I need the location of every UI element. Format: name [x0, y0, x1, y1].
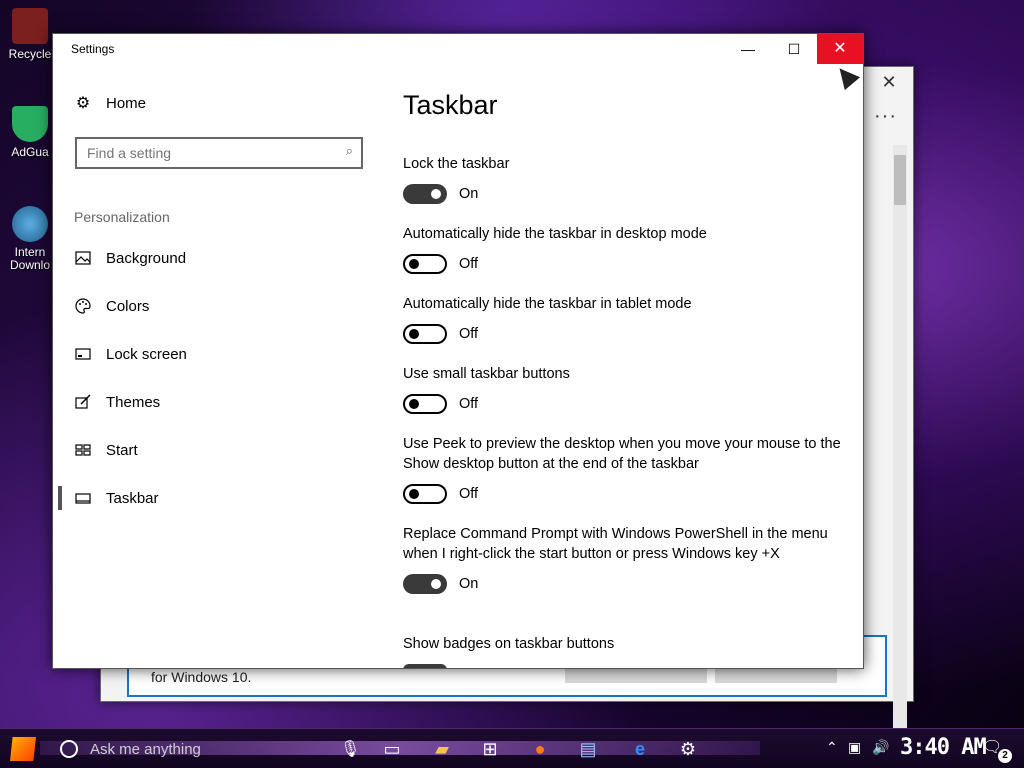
panel-text: for Windows 10. — [151, 669, 252, 685]
gear-icon: ⚙ — [75, 94, 91, 112]
sidebar-item-themes[interactable]: Themes — [75, 392, 160, 412]
toggle-switch[interactable] — [403, 254, 447, 274]
sidebar-item-colors[interactable]: Colors — [75, 296, 149, 316]
notification-count-badge: 2 — [998, 749, 1012, 763]
store-icon[interactable]: ⊞ — [478, 737, 502, 761]
desktop-icon-adguard[interactable]: AdGua — [2, 106, 58, 159]
background-window-scrollbar[interactable] — [893, 145, 907, 757]
option-small-buttons: Use small taskbar buttons Off — [403, 364, 843, 414]
option-powershell: Replace Command Prompt with Windows Powe… — [403, 524, 843, 594]
option-badges: Show badges on taskbar buttons — [403, 634, 843, 654]
chevron-up-icon[interactable]: ⌃ — [826, 739, 838, 756]
option-label: Show badges on taskbar buttons — [403, 636, 615, 652]
toggle-knob — [409, 259, 419, 269]
taskbar: Ask me anything 🎙 ▭ ▰ ⊞ ● ▤ e ⚙ ⌃ ▣ 🔊 3:… — [0, 728, 1024, 768]
toggle-state-label: Off — [459, 326, 479, 342]
nav-home-label: Home — [106, 95, 147, 112]
desktop-icon-label: AdGua — [11, 145, 49, 159]
internet-download-manager-icon — [12, 206, 48, 242]
option-label: Lock the taskbar — [403, 156, 510, 172]
sidebar-item-label: Start — [106, 441, 138, 459]
background-window-close-button[interactable]: ✕ — [871, 71, 907, 93]
taskbar-icon — [75, 493, 91, 504]
option-label: Use small taskbar buttons — [403, 366, 570, 382]
settings-window: Settings — ☐ ✕ ⚙ Home ⌕ Personalization … — [52, 33, 864, 669]
network-icon[interactable]: ▣ — [848, 739, 861, 756]
scrollbar-thumb[interactable] — [894, 155, 906, 205]
search-input[interactable] — [87, 144, 327, 162]
brush-icon — [75, 394, 91, 409]
option-peek: Use Peek to preview the desktop when you… — [403, 434, 843, 504]
window-title: Settings — [71, 42, 115, 56]
option-lock-taskbar: Lock the taskbar On — [403, 154, 843, 204]
lock-screen-icon — [75, 348, 91, 360]
toggle-knob — [409, 329, 419, 339]
close-button[interactable]: ✕ — [817, 34, 863, 64]
more-options-icon[interactable]: ··· — [874, 105, 897, 128]
settings-gear-icon[interactable]: ⚙ — [676, 737, 700, 761]
palette-icon — [75, 298, 91, 314]
toggle-knob — [431, 189, 441, 199]
search-box[interactable]: ⌕ — [75, 137, 363, 169]
minimize-button[interactable]: — — [725, 34, 771, 64]
toggle-state-label: On — [459, 576, 479, 592]
cortana-placeholder: Ask me anything — [90, 740, 201, 758]
desktop-icon-label: Recycle — [8, 47, 52, 61]
desktop-icon-label: Intern Downlo — [9, 245, 51, 272]
toggle-switch[interactable] — [403, 484, 447, 504]
volume-icon[interactable]: 🔊 — [872, 739, 889, 756]
nav-home[interactable]: ⚙ Home — [75, 95, 146, 112]
section-header: Personalization — [74, 209, 170, 225]
toggle-switch[interactable] — [403, 184, 447, 204]
option-autohide-tablet: Automatically hide the taskbar in tablet… — [403, 294, 843, 344]
page-title: Taskbar — [403, 90, 498, 120]
sidebar-item-background[interactable]: Background — [75, 248, 186, 268]
sidebar-item-label: Background — [106, 249, 187, 267]
toggle-switch[interactable] — [403, 664, 447, 668]
search-icon: ⌕ — [345, 143, 353, 158]
start-button[interactable] — [10, 737, 36, 761]
sidebar-item-label: Colors — [106, 297, 150, 315]
toggle-state-label: Off — [459, 256, 479, 272]
file-explorer-icon[interactable]: ▰ — [430, 737, 454, 761]
toggle-switch[interactable] — [403, 394, 447, 414]
title-bar[interactable]: Settings — ☐ ✕ — [53, 34, 863, 64]
edge-icon[interactable]: e — [628, 737, 652, 761]
adguard-shield-icon — [12, 106, 48, 142]
toggle-knob — [409, 489, 419, 499]
toggle-switch[interactable] — [403, 324, 447, 344]
sidebar-item-label: Taskbar — [106, 489, 159, 507]
microphone-icon[interactable]: 🎙 — [340, 739, 360, 759]
toggle-state-label: Off — [459, 396, 479, 412]
maximize-button[interactable]: ☐ — [771, 34, 817, 64]
sidebar-item-taskbar[interactable]: Taskbar — [58, 486, 159, 510]
toggle-knob — [409, 399, 419, 409]
option-label: Automatically hide the taskbar in tablet… — [403, 296, 692, 312]
start-tiles-icon — [75, 444, 91, 456]
task-view-icon[interactable]: ▭ — [380, 737, 404, 761]
action-center-button[interactable]: 🗨 2 — [982, 737, 1012, 763]
toggle-state-label: Off — [459, 486, 479, 502]
toggle-knob — [431, 579, 441, 589]
sidebar-item-lock-screen[interactable]: Lock screen — [75, 344, 187, 364]
desktop-icon-idm[interactable]: Intern Downlo — [2, 206, 58, 272]
system-clock[interactable]: 3:40 AM — [900, 735, 987, 760]
sidebar-item-label: Lock screen — [106, 345, 187, 363]
toggle-state-label: On — [459, 186, 479, 202]
desktop-icon-recycle-bin[interactable]: Recycle — [2, 8, 58, 61]
cortana-icon — [60, 740, 78, 758]
option-autohide-desktop: Automatically hide the taskbar in deskto… — [403, 224, 843, 274]
option-label: Automatically hide the taskbar in deskto… — [403, 226, 707, 242]
picture-icon — [75, 251, 91, 265]
firefox-icon[interactable]: ● — [528, 737, 552, 761]
toggle-switch[interactable] — [403, 574, 447, 594]
option-label: Replace Command Prompt with Windows Powe… — [403, 526, 828, 562]
option-label: Use Peek to preview the desktop when you… — [403, 436, 841, 472]
sidebar-item-label: Themes — [106, 393, 161, 411]
cortana-search-box[interactable]: Ask me anything 🎙 — [58, 735, 360, 763]
remote-desktop-icon[interactable]: ▤ — [576, 737, 600, 761]
sidebar-item-start[interactable]: Start — [75, 440, 138, 460]
recycle-bin-icon — [12, 8, 48, 44]
